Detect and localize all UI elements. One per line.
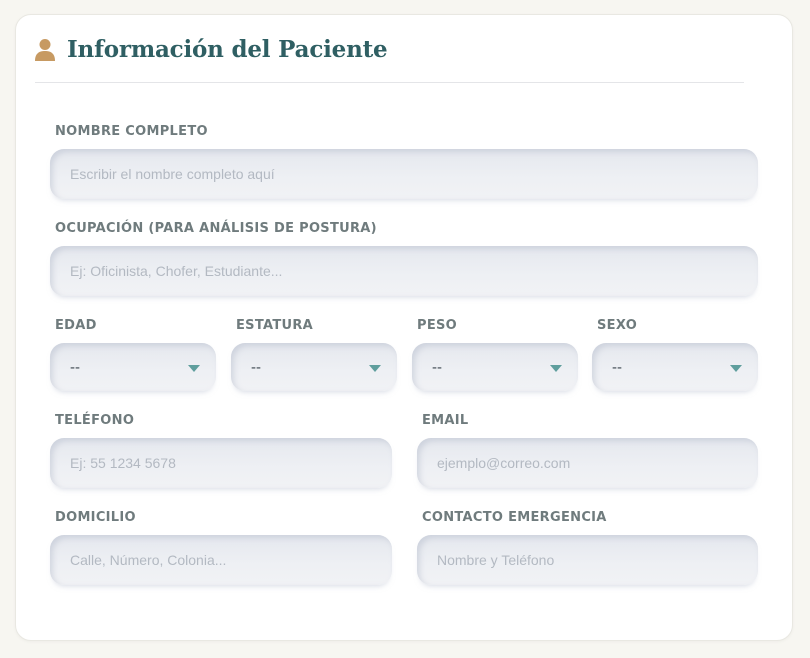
section-title: Información del Paciente — [67, 36, 388, 63]
edad-select[interactable]: -- — [50, 343, 216, 391]
telefono-label: TELÉFONO — [55, 413, 135, 428]
sexo-label: SEXO — [597, 318, 638, 333]
edad-selected-value: -- — [70, 358, 80, 376]
section-header: Información del Paciente — [35, 36, 744, 83]
telefono-input[interactable]: Ej: 55 1234 5678 — [50, 438, 392, 488]
email-label: EMAIL — [422, 413, 469, 428]
peso-label: PESO — [417, 318, 458, 333]
sexo-select[interactable]: -- — [592, 343, 758, 391]
sexo-selected-value: -- — [612, 358, 622, 376]
peso-selected-value: -- — [432, 358, 442, 376]
estatura-select[interactable]: -- — [231, 343, 397, 391]
domicilio-label: DOMICILIO — [55, 510, 136, 525]
ocupacion-input[interactable]: Ej: Oficinista, Chofer, Estudiante... — [50, 246, 758, 296]
email-input[interactable]: ejemplo@correo.com — [417, 438, 758, 488]
ocupacion-label: OCUPACIÓN (PARA ANÁLISIS DE POSTURA) — [55, 221, 377, 236]
chevron-down-icon — [550, 364, 562, 372]
domicilio-input[interactable]: Calle, Número, Colonia... — [50, 535, 392, 585]
edad-label: EDAD — [55, 318, 97, 333]
user-icon — [35, 39, 55, 61]
estatura-selected-value: -- — [251, 358, 261, 376]
emergencia-input[interactable]: Nombre y Teléfono — [417, 535, 758, 585]
peso-select[interactable]: -- — [412, 343, 578, 391]
chevron-down-icon — [369, 364, 381, 372]
emergencia-label: CONTACTO EMERGENCIA — [422, 510, 607, 525]
nombre-label: NOMBRE COMPLETO — [55, 124, 208, 139]
chevron-down-icon — [730, 364, 742, 372]
chevron-down-icon — [188, 364, 200, 372]
nombre-input[interactable]: Escribir el nombre completo aquí — [50, 149, 758, 199]
estatura-label: ESTATURA — [236, 318, 314, 333]
